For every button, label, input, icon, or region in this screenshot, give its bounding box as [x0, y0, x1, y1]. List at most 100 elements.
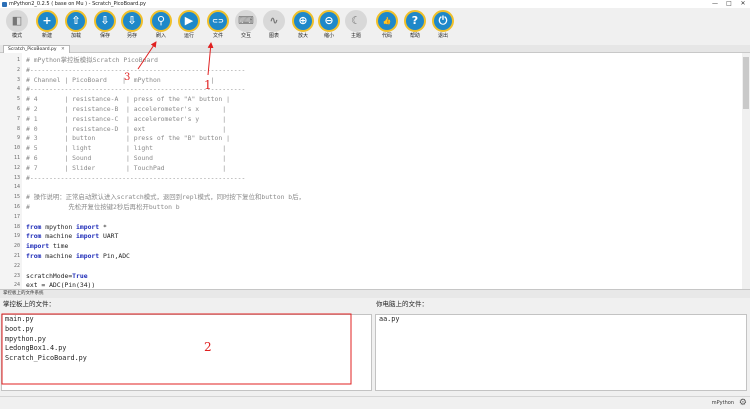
zoomout-button[interactable]: ⊖ 缩小: [314, 10, 344, 45]
code-editor[interactable]: 1 # mPython掌控板模拟Scratch PicoBoard 2 #------…: [0, 53, 742, 289]
code-line[interactable]: 14: [0, 183, 742, 193]
code-text: from machine import UART: [26, 232, 119, 241]
code-text: # 先松开复位按键2秒后再松开button b: [26, 203, 180, 211]
save-button[interactable]: ⇩ 保存: [90, 10, 120, 45]
computer-file-item[interactable]: aa.py: [376, 315, 746, 325]
line-number: 13: [13, 174, 20, 181]
mode-button[interactable]: ◧ 模式: [2, 10, 32, 45]
line-number: 5: [16, 96, 20, 103]
keyboard-icon: ⌨: [235, 10, 257, 32]
code-text: ext = ADC(Pin(34)): [26, 281, 96, 289]
run-button[interactable]: ▶ 运行: [174, 10, 204, 45]
plotter-button[interactable]: ∿ 图表: [259, 10, 289, 45]
maximize-button[interactable]: □: [722, 0, 736, 8]
quit-button[interactable]: ⏻ 退出: [428, 10, 458, 45]
board-files-list[interactable]: main.py boot.py mpython.py LedongBox1.4.py S…: [1, 314, 372, 391]
line-number: 3: [16, 76, 20, 83]
board-files-label: 掌控板上的文件：: [3, 300, 55, 308]
saveas-button[interactable]: ⇩ 另存: [117, 10, 147, 45]
code-text: from mpython import *: [26, 222, 107, 231]
theme-button[interactable]: ☾ 主题: [341, 10, 371, 45]
code-line[interactable]: 24 ext = ADC(Pin(34)): [0, 281, 742, 289]
code-line[interactable]: 7 # 1 | resistance-C | accelerometer's y …: [0, 115, 742, 125]
board-file-item[interactable]: main.py: [2, 315, 371, 325]
files-pane-header: 掌控板上的文件系统: [0, 289, 750, 298]
flash-button[interactable]: ⚲ 刷入: [146, 10, 176, 45]
code-line[interactable]: 19 from machine import UART: [0, 232, 742, 242]
line-number: 24: [13, 282, 20, 289]
computer-files-label: 你电脑上的文件：: [376, 300, 428, 308]
code-line[interactable]: 4 #--------------------------------------…: [0, 85, 742, 95]
code-text: scratchMode=True: [26, 271, 88, 280]
tab-bar: Scratch_PicoBoard.py ✕: [0, 45, 750, 53]
check-button[interactable]: 👍 代码: [372, 10, 402, 45]
code-line[interactable]: 10 # 5 | light | light |: [0, 144, 742, 154]
code-text: # 1 | resistance-C | accelerometer's y |: [26, 114, 227, 123]
zoom-in-icon: ⊕: [292, 10, 314, 32]
minimize-button[interactable]: —: [708, 0, 722, 8]
code-line[interactable]: 11 # 6 | Sound | Sound |: [0, 154, 742, 164]
saveas-label: 另存: [126, 33, 137, 39]
window-title: mPython2_0.2.5 ( base on Mu ) - Scratch_…: [9, 1, 147, 7]
zoom-out-icon: ⊖: [318, 10, 340, 32]
line-number: 7: [16, 115, 20, 122]
help-label: 帮助: [409, 33, 420, 39]
board-file-item[interactable]: Scratch_PicoBoard.py: [2, 354, 371, 364]
computer-files-list[interactable]: aa.py: [375, 314, 747, 391]
code-text: # 操作说明：正常启动默认进入scratch模式，退回到repl模式，同时按下复…: [26, 193, 305, 202]
window-controls: — □ ✕: [708, 0, 750, 8]
gear-icon[interactable]: ⚙: [739, 398, 747, 408]
code-text: # 2 | resistance-B | accelerometer's x |: [26, 105, 227, 113]
tab-close-icon[interactable]: ✕: [61, 47, 65, 52]
code-text: #---------------------------------------…: [26, 173, 246, 182]
flash-icon: ⚲: [150, 10, 172, 32]
mpython-editor-window: mPython2_0.2.5 ( base on Mu ) - Scratch_…: [0, 0, 750, 409]
line-number: 4: [16, 86, 20, 93]
mode-indicator[interactable]: mPython: [712, 399, 734, 407]
code-line[interactable]: 23 scratchMode=True: [0, 272, 742, 282]
code-line[interactable]: 6 # 2 | resistance-B | accelerometer's x …: [0, 105, 742, 115]
line-number: 22: [13, 262, 20, 269]
flash-label: 刷入: [155, 33, 166, 39]
code-line[interactable]: 5 # 4 | resistance-A | press of the "A" b…: [0, 95, 742, 105]
status-bar: mPython ⚙: [0, 396, 750, 409]
line-number: 11: [13, 155, 20, 161]
files-button[interactable]: ⊂⊃ 文件: [203, 10, 233, 45]
code-line[interactable]: 13 #-------------------------------------…: [0, 174, 742, 184]
new-button[interactable]: + 新建: [32, 10, 62, 45]
mode-icon: ◧: [6, 10, 28, 32]
load-button[interactable]: ⇧ 加载: [61, 10, 91, 45]
editor-scroll-thumb[interactable]: [743, 57, 749, 109]
code-line[interactable]: 15 # 操作说明：正常启动默认进入scratch模式，退回到repl模式，同时按…: [0, 193, 742, 203]
line-number: 14: [13, 184, 20, 191]
theme-label: 主题: [350, 33, 361, 39]
code-line[interactable]: 2 #--------------------------------------…: [0, 66, 742, 76]
code-text: # 7 | Slider | TouchPad |: [26, 163, 227, 172]
code-line[interactable]: 16 # 先松开复位按键2秒后再松开button b: [0, 203, 742, 213]
code-line[interactable]: 1 # mPython掌控板模拟Scratch PicoBoard: [0, 56, 742, 66]
code-line[interactable]: 3 # Channel | PicoBoard | mPython |: [0, 76, 742, 86]
board-file-item[interactable]: mpython.py: [2, 335, 371, 345]
code-line[interactable]: 18 from mpython import *: [0, 223, 742, 233]
code-line[interactable]: 8 # 0 | resistance-D | ext |: [0, 125, 742, 135]
board-file-item[interactable]: LedongBox1.4.py: [2, 344, 371, 354]
code-line[interactable]: 17: [0, 213, 742, 223]
help-button[interactable]: ? 帮助: [400, 10, 430, 45]
board-file-item[interactable]: boot.py: [2, 325, 371, 335]
line-number: 6: [16, 106, 20, 112]
close-window-button[interactable]: ✕: [736, 0, 750, 8]
moon-icon: ☾: [345, 10, 367, 32]
mode-label: 模式: [11, 33, 22, 39]
code-line[interactable]: 22: [0, 262, 742, 272]
annotation-label-1: 1: [204, 78, 212, 92]
code-line[interactable]: 20 import time: [0, 242, 742, 252]
title-bar: mPython2_0.2.5 ( base on Mu ) - Scratch_…: [0, 0, 750, 8]
line-number: 10: [13, 145, 20, 152]
code-line[interactable]: 21 from machine import Pin,ADC: [0, 252, 742, 262]
code-text: # 5 | light | light |: [26, 144, 227, 153]
repl-button[interactable]: ⌨ 交互: [231, 10, 261, 45]
tab-scratch-picoboard[interactable]: Scratch_PicoBoard.py ✕: [3, 45, 70, 53]
code-line[interactable]: 12 # 7 | Slider | TouchPad |: [0, 164, 742, 174]
code-line[interactable]: 9 # 3 | button | press of the "B" button …: [0, 134, 742, 144]
download-icon: ⇩: [94, 10, 116, 32]
